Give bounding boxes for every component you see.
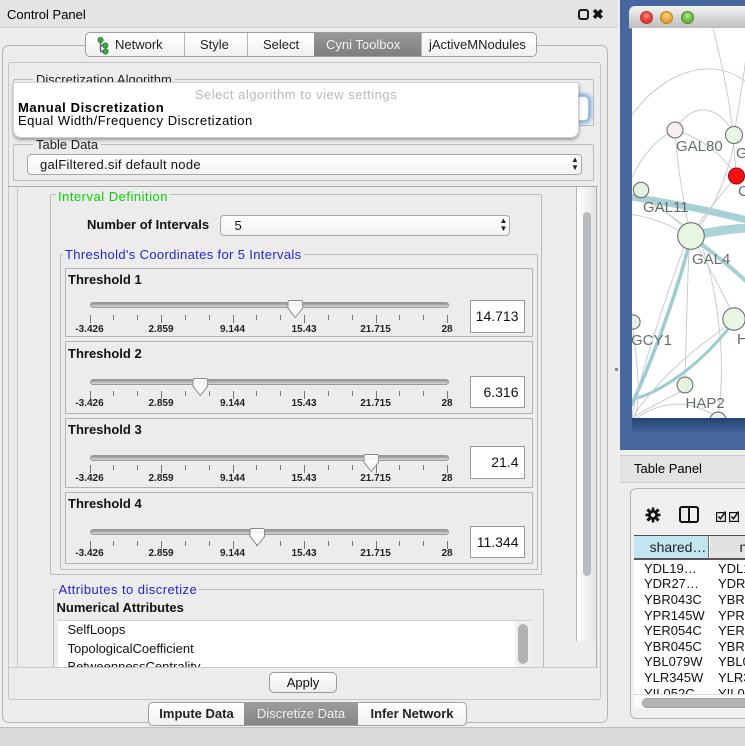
svg-text:GAL4: GAL4 (692, 251, 730, 268)
svg-text:HAP2: HAP2 (686, 395, 725, 412)
svg-text:H: H (737, 331, 745, 348)
svg-text:GAL11: GAL11 (643, 199, 689, 216)
svg-text:C: C (738, 183, 745, 200)
svg-text:GA: GA (736, 145, 745, 162)
svg-text:GCY1: GCY1 (632, 332, 672, 349)
svg-text:GAL80: GAL80 (676, 138, 723, 155)
